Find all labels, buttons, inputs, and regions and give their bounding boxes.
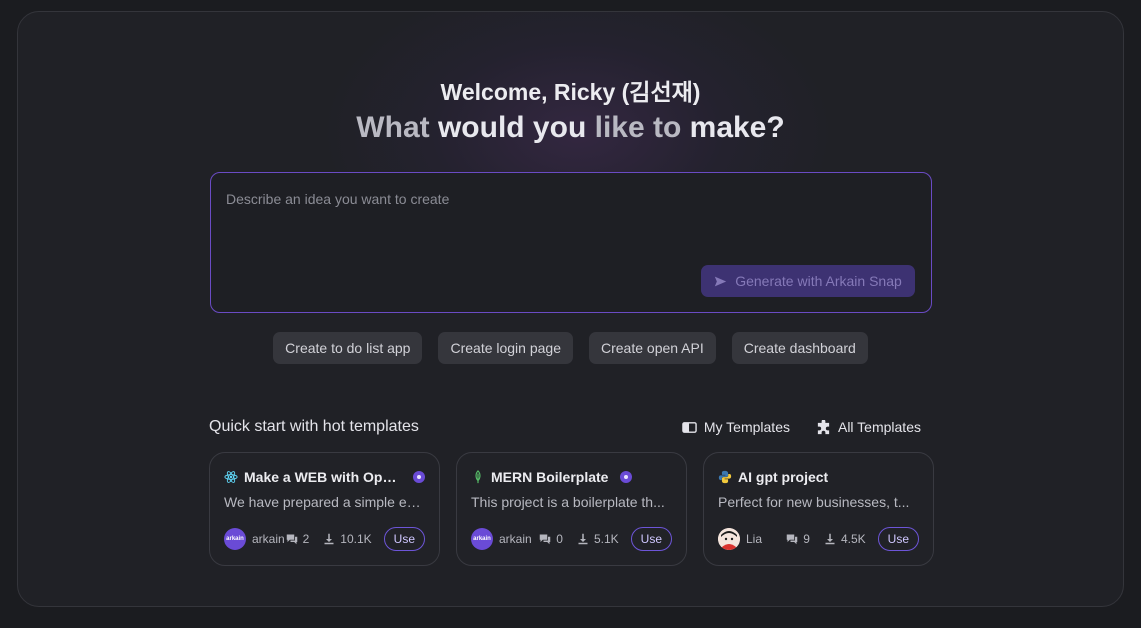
- python-icon: [718, 470, 732, 484]
- comment-count: 0: [556, 532, 563, 546]
- main-panel: Welcome, Ricky (김선재) What would you like…: [17, 11, 1124, 607]
- download-icon: [578, 533, 588, 545]
- welcome-heading: Welcome, Ricky (김선재): [440, 79, 701, 105]
- puzzle-icon: [817, 419, 830, 434]
- all-templates-label: All Templates: [837, 419, 921, 435]
- all-templates-link[interactable]: All Templates: [816, 419, 921, 435]
- comment-icon: [286, 534, 297, 545]
- download-icon: [324, 533, 334, 545]
- verified-badge-icon: [413, 471, 425, 483]
- templates-section-title: Quick start with hot templates: [209, 418, 419, 435]
- template-author: Lia: [746, 532, 763, 546]
- download-count: 10.1K: [340, 532, 372, 546]
- template-card[interactable]: MERN Boilerplate This project is a boile…: [456, 452, 687, 566]
- template-cards: Make a WEB with Ope... We have prepared …: [209, 452, 934, 566]
- comment-icon: [787, 534, 798, 545]
- template-links: My Templates All Templates: [682, 419, 921, 435]
- template-author: arkain: [252, 532, 285, 546]
- headline-strong-1: would you: [437, 111, 587, 144]
- react-icon: [224, 470, 238, 484]
- template-description: We have prepared a simple ex...: [224, 494, 424, 510]
- template-title: MERN Boilerplate: [491, 469, 609, 485]
- template-card[interactable]: AI gpt project Perfect for new businesse…: [703, 452, 934, 566]
- suggestion-chips: Create to do list app Create login page …: [18, 332, 1123, 364]
- send-icon: [715, 276, 727, 286]
- download-count: 4.5K: [840, 532, 866, 546]
- template-title: AI gpt project: [738, 469, 829, 485]
- comment-icon: [540, 534, 551, 545]
- verified-badge-icon: [620, 471, 633, 483]
- download-icon: [825, 533, 835, 545]
- suggestion-chip-dashboard[interactable]: Create dashboard: [731, 332, 868, 364]
- template-author: arkain: [499, 532, 532, 546]
- idea-input[interactable]: [226, 191, 916, 251]
- download-count: 5.1K: [593, 532, 619, 546]
- comment-count: 2: [302, 532, 310, 546]
- suggestion-chip-api[interactable]: Create open API: [589, 332, 716, 364]
- use-template-button[interactable]: Use: [630, 527, 672, 551]
- template-card[interactable]: Make a WEB with Ope... We have prepared …: [209, 452, 440, 566]
- avatar: [718, 528, 740, 550]
- generate-button[interactable]: Generate with Arkain Snap: [701, 265, 915, 297]
- template-description: Perfect for new businesses, t...: [718, 494, 910, 510]
- headline-part-1: What: [356, 111, 438, 144]
- my-templates-link[interactable]: My Templates: [682, 419, 790, 435]
- book-icon: [682, 421, 697, 433]
- comment-count: 9: [803, 532, 810, 546]
- use-template-button[interactable]: Use: [383, 527, 425, 551]
- use-template-button[interactable]: Use: [877, 527, 919, 551]
- headline-strong-2: make?: [689, 111, 785, 144]
- suggestion-chip-login[interactable]: Create login page: [438, 332, 573, 364]
- mern-icon: [471, 470, 485, 484]
- suggestion-chip-todo[interactable]: Create to do list app: [273, 332, 423, 364]
- page-headline: What would you like to make?: [18, 111, 1123, 145]
- avatar: arkain: [471, 528, 493, 550]
- avatar: arkain: [224, 528, 246, 550]
- headline-part-2: like to: [586, 111, 690, 144]
- generate-button-label: Generate with Arkain Snap: [735, 273, 902, 289]
- idea-prompt-box: Generate with Arkain Snap: [210, 172, 932, 313]
- my-templates-label: My Templates: [703, 419, 790, 435]
- template-description: This project is a boilerplate th...: [471, 494, 665, 510]
- template-title: Make a WEB with Ope...: [244, 469, 402, 485]
